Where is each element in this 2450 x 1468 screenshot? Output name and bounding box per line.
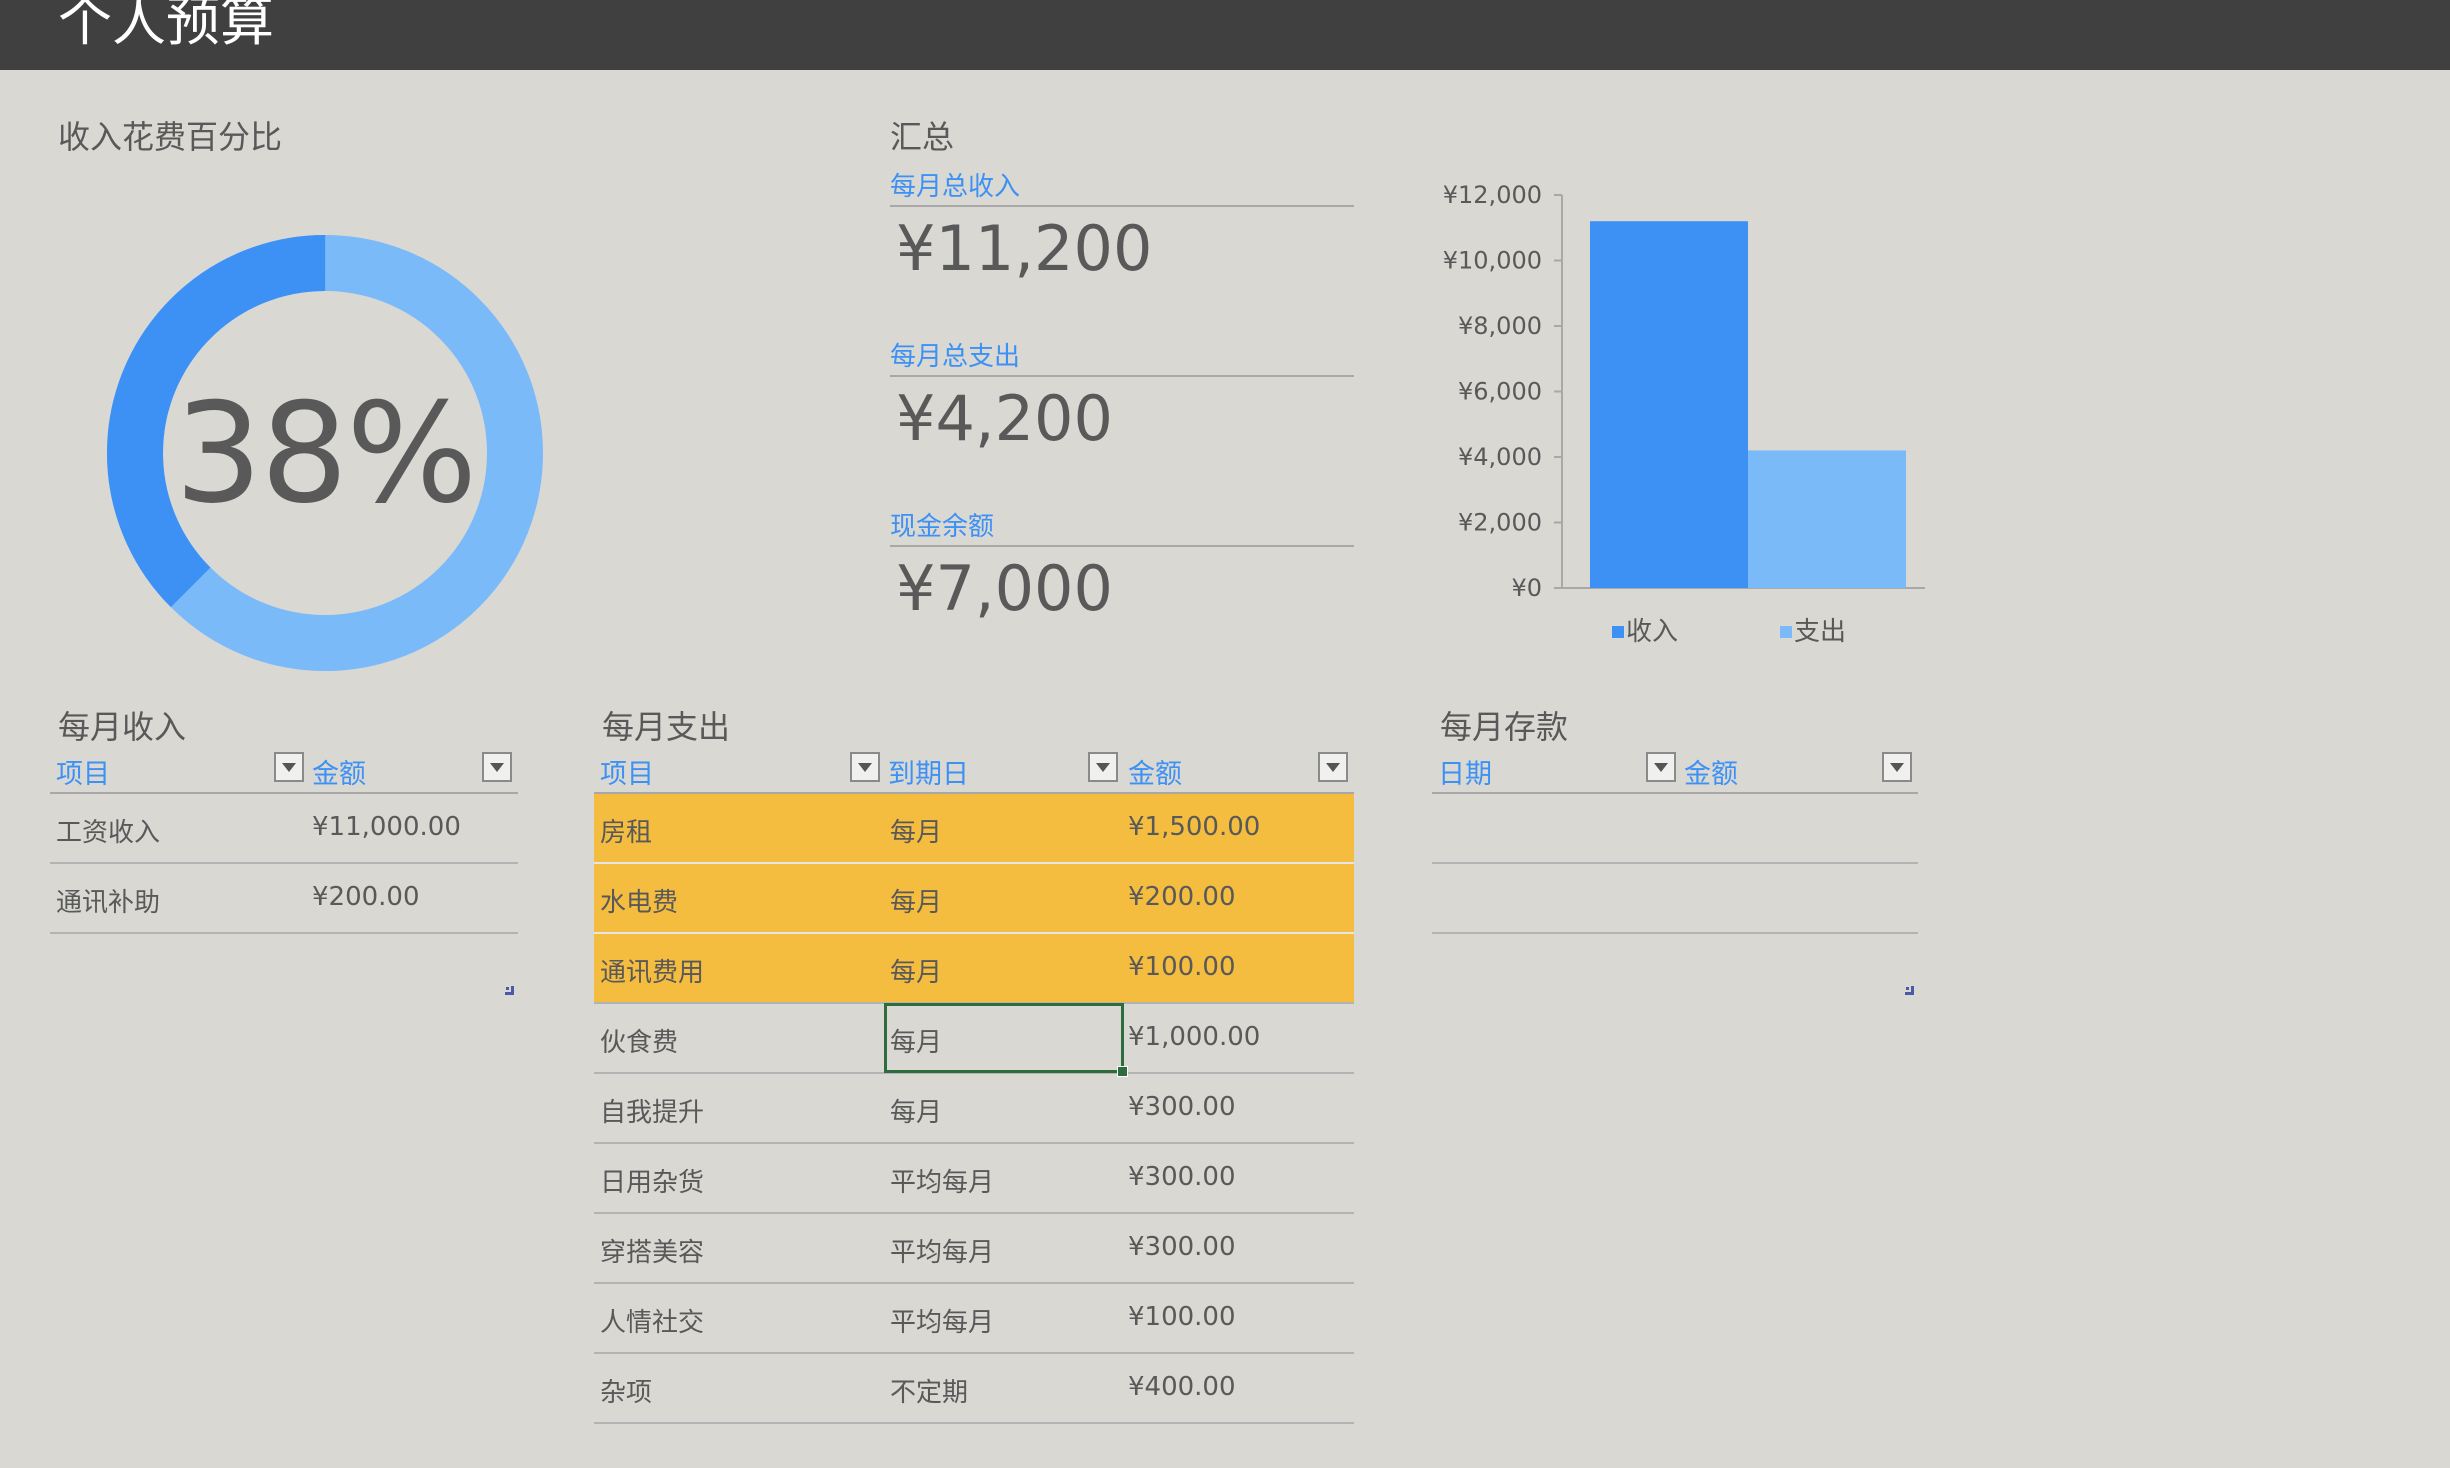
y-tick-label: ¥8,000 bbox=[1458, 312, 1542, 340]
expense-amount-cell[interactable]: ¥400.00 bbox=[1128, 1372, 1236, 1402]
savings-date-filter-button[interactable] bbox=[1646, 752, 1676, 782]
expense-item-filter-button[interactable] bbox=[850, 752, 880, 782]
expense-item-cell[interactable]: 水电费 bbox=[600, 882, 678, 919]
savings-amount-filter-button[interactable] bbox=[1882, 752, 1912, 782]
expense-due-cell[interactable]: 每月 bbox=[890, 952, 942, 989]
legend-swatch bbox=[1612, 626, 1624, 638]
bar-chart-svg: ¥0 ¥2,000 ¥4,000 ¥6,000 ¥8,000 ¥10,000 ¥12,000… bbox=[1443, 181, 1925, 647]
income-amount-cell[interactable]: ¥200.00 bbox=[312, 882, 420, 912]
table-row[interactable] bbox=[1432, 794, 1918, 864]
y-tick-label: ¥12,000 bbox=[1443, 181, 1542, 209]
income-table-resize-handle[interactable] bbox=[505, 986, 514, 995]
y-tick-label: ¥4,000 bbox=[1458, 443, 1542, 471]
summary-title: 汇总 bbox=[890, 118, 955, 156]
summary-balance-value[interactable]: ¥7,000 bbox=[896, 552, 1113, 625]
expense-item-cell[interactable]: 伙食费 bbox=[600, 1022, 678, 1059]
table-row[interactable]: 穿搭美容 平均每月 ¥300.00 bbox=[594, 1214, 1354, 1284]
table-row[interactable]: 通讯费用 每月 ¥100.00 bbox=[594, 934, 1354, 1004]
expense-amount-cell[interactable]: ¥300.00 bbox=[1128, 1092, 1236, 1122]
donut-percent-label: 38% bbox=[174, 372, 478, 534]
expense-amount-cell[interactable]: ¥100.00 bbox=[1128, 952, 1236, 982]
expense-due-cell[interactable]: 平均每月 bbox=[890, 1232, 994, 1269]
income-amount-filter-button[interactable] bbox=[482, 752, 512, 782]
bar-expense bbox=[1748, 450, 1906, 588]
savings-col-amount: 金额 bbox=[1684, 759, 1738, 790]
expense-amount-cell[interactable]: ¥100.00 bbox=[1128, 1302, 1236, 1332]
expense-amount-cell[interactable]: ¥1,000.00 bbox=[1128, 1022, 1260, 1052]
expense-item-cell[interactable]: 穿搭美容 bbox=[600, 1232, 704, 1269]
table-row[interactable]: 伙食费 每月 ¥1,000.00 bbox=[594, 1003, 1354, 1077]
income-col-amount: 金额 bbox=[312, 759, 366, 790]
expense-amount-cell[interactable]: ¥200.00 bbox=[1128, 882, 1236, 912]
expense-item-cell[interactable]: 杂项 bbox=[600, 1372, 652, 1409]
income-item-filter-button[interactable] bbox=[274, 752, 304, 782]
expense-due-cell[interactable]: 不定期 bbox=[890, 1372, 968, 1409]
summary-income-label: 每月总收入 bbox=[890, 166, 1354, 207]
savings-table: 日期 金额 bbox=[1432, 746, 1918, 934]
donut-chart[interactable]: 38% bbox=[100, 228, 550, 678]
y-tick-label: ¥10,000 bbox=[1443, 247, 1542, 275]
table-row[interactable]: 水电费 每月 ¥200.00 bbox=[594, 864, 1354, 934]
table-row[interactable]: 房租 每月 ¥1,500.00 bbox=[594, 794, 1354, 864]
summary-balance-label: 现金余额 bbox=[890, 506, 1354, 547]
table-row[interactable]: 通讯补助 ¥200.00 bbox=[50, 864, 518, 934]
legend-label: 支出 bbox=[1794, 617, 1846, 647]
savings-col-date: 日期 bbox=[1438, 759, 1492, 790]
table-row[interactable]: 人情社交 平均每月 ¥100.00 bbox=[594, 1284, 1354, 1354]
expense-title: 每月支出 bbox=[602, 708, 731, 746]
active-cell-selection[interactable] bbox=[884, 1003, 1128, 1077]
table-row[interactable]: 自我提升 每月 ¥300.00 bbox=[594, 1074, 1354, 1144]
expense-due-cell[interactable]: 每月 bbox=[890, 882, 942, 919]
expense-due-cell[interactable]: 每月 bbox=[890, 1092, 942, 1129]
savings-title: 每月存款 bbox=[1440, 708, 1569, 746]
expense-amount-cell[interactable]: ¥300.00 bbox=[1128, 1232, 1236, 1262]
expense-amount-filter-button[interactable] bbox=[1318, 752, 1348, 782]
income-item-cell[interactable]: 工资收入 bbox=[56, 812, 160, 849]
expense-col-due: 到期日 bbox=[888, 759, 969, 790]
y-tick-label: ¥2,000 bbox=[1458, 509, 1542, 537]
y-tick-label: ¥6,000 bbox=[1458, 378, 1542, 406]
expense-col-item: 项目 bbox=[600, 759, 654, 790]
bar-income bbox=[1590, 221, 1748, 588]
table-row[interactable]: 日用杂货 平均每月 ¥300.00 bbox=[594, 1144, 1354, 1214]
table-row[interactable] bbox=[1432, 864, 1918, 934]
summary-expense-label: 每月总支出 bbox=[890, 336, 1354, 377]
summary-expense-value[interactable]: ¥4,200 bbox=[896, 382, 1113, 455]
table-row[interactable]: 杂项 不定期 ¥400.00 bbox=[594, 1354, 1354, 1424]
table-row[interactable]: 工资收入 ¥11,000.00 bbox=[50, 794, 518, 864]
income-title: 每月收入 bbox=[58, 708, 187, 746]
expense-col-amount: 金额 bbox=[1128, 759, 1182, 790]
income-amount-cell[interactable]: ¥11,000.00 bbox=[312, 812, 461, 842]
expense-due-cell[interactable]: 每月 bbox=[890, 812, 942, 849]
donut-title: 收入花费百分比 bbox=[58, 118, 283, 156]
expense-due-cell[interactable]: 平均每月 bbox=[890, 1162, 994, 1199]
income-expense-bar-chart[interactable]: ¥0 ¥2,000 ¥4,000 ¥6,000 ¥8,000 ¥10,000 ¥12,000… bbox=[1420, 170, 1980, 670]
income-item-cell[interactable]: 通讯补助 bbox=[56, 882, 160, 919]
y-tick-label: ¥0 bbox=[1511, 574, 1542, 602]
title-bar: 个人预算 bbox=[0, 0, 2450, 70]
page-title: 个人预算 bbox=[58, 0, 274, 53]
income-table: 项目 金额 工资收入 ¥11,000.00 通讯补助 ¥200.00 bbox=[50, 746, 518, 934]
expense-item-cell[interactable]: 房租 bbox=[600, 812, 652, 849]
summary-income-value[interactable]: ¥11,200 bbox=[896, 212, 1152, 285]
expense-item-cell[interactable]: 日用杂货 bbox=[600, 1162, 704, 1199]
expense-table-header: 项目 到期日 金额 bbox=[594, 746, 1354, 794]
legend-swatch bbox=[1780, 626, 1792, 638]
expense-item-cell[interactable]: 人情社交 bbox=[600, 1302, 704, 1339]
savings-table-resize-handle[interactable] bbox=[1905, 986, 1914, 995]
expense-due-filter-button[interactable] bbox=[1088, 752, 1118, 782]
savings-table-header: 日期 金额 bbox=[1432, 746, 1918, 794]
income-table-header: 项目 金额 bbox=[50, 746, 518, 794]
expense-amount-cell[interactable]: ¥1,500.00 bbox=[1128, 812, 1260, 842]
legend-label: 收入 bbox=[1626, 617, 1678, 647]
expense-table: 项目 到期日 金额 房租 每月 ¥1,500.00 水电费 每月 ¥200.00… bbox=[594, 746, 1354, 1424]
income-col-item: 项目 bbox=[56, 759, 110, 790]
expense-amount-cell[interactable]: ¥300.00 bbox=[1128, 1162, 1236, 1192]
expense-due-cell[interactable]: 平均每月 bbox=[890, 1302, 994, 1339]
expense-item-cell[interactable]: 通讯费用 bbox=[600, 952, 704, 989]
expense-item-cell[interactable]: 自我提升 bbox=[600, 1092, 704, 1129]
